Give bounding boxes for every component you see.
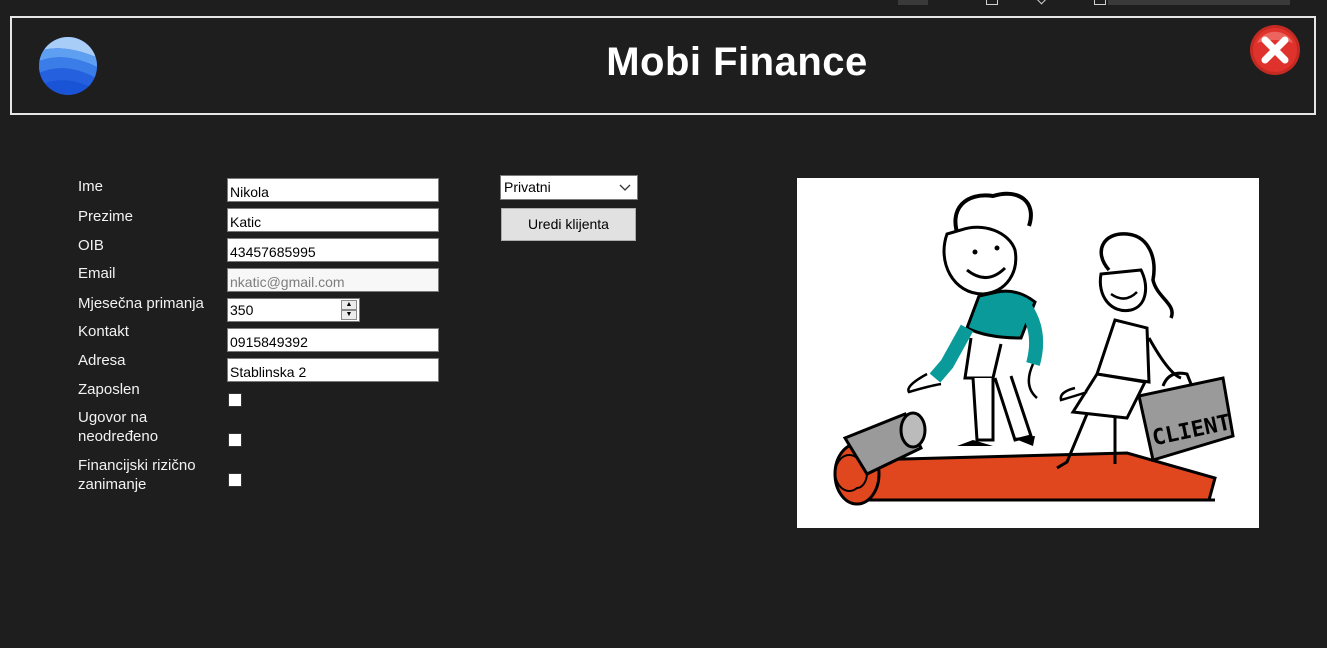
client-type-value: Privatni xyxy=(504,179,551,195)
app-title: Mobi Finance xyxy=(606,40,868,84)
label-oib: OIB xyxy=(78,237,104,254)
taskbar-segment xyxy=(1108,0,1290,5)
label-mjesecna-primanja: Mjesečna primanja xyxy=(78,295,204,312)
uredi-klijenta-button[interactable]: Uredi klijenta xyxy=(501,208,636,241)
label-email: Email xyxy=(78,265,116,282)
client-type-select[interactable]: Privatni xyxy=(500,175,638,200)
mjesecna-primanja-stepper[interactable]: 350 ▲ ▼ xyxy=(227,298,360,322)
zaposlen-checkbox[interactable] xyxy=(228,393,242,407)
label-ime: Ime xyxy=(78,178,104,195)
chevron-down-icon xyxy=(619,184,631,191)
label-adresa: Adresa xyxy=(78,352,126,369)
label-financijski-rizicno-zanimanje: Financijski rizično zanimanje xyxy=(78,457,196,493)
label-ugovor-na-neodredeno: Ugovor na neodređeno xyxy=(78,409,159,445)
header-panel: Mobi Finance xyxy=(10,16,1316,115)
red-x-close-icon[interactable] xyxy=(1248,23,1302,77)
oib-input[interactable] xyxy=(227,238,439,262)
adresa-input[interactable] xyxy=(227,358,439,382)
email-input[interactable] xyxy=(227,268,439,292)
taskbar-icon xyxy=(986,0,998,5)
stepper-arrows: ▲ ▼ xyxy=(341,300,357,320)
stepper-down-arrow-icon[interactable]: ▼ xyxy=(341,310,357,320)
taskbar-strip xyxy=(898,0,1327,6)
label-prezime: Prezime xyxy=(78,208,134,225)
financijski-rizicno-checkbox[interactable] xyxy=(228,473,242,487)
label-zaposlen: Zaposlen xyxy=(78,381,140,398)
client-welcome-illustration: CLIENT xyxy=(797,178,1259,528)
ugovor-na-neodredeno-checkbox[interactable] xyxy=(228,433,242,447)
taskbar-icon xyxy=(1094,0,1106,5)
prezime-input[interactable] xyxy=(227,208,439,232)
label-kontakt: Kontakt xyxy=(78,323,129,340)
stepper-up-arrow-icon[interactable]: ▲ xyxy=(341,300,357,310)
taskbar-segment xyxy=(898,0,928,5)
taskbar-icon xyxy=(1036,0,1047,5)
mjesecna-primanja-value: 350 xyxy=(230,302,254,318)
app-window: Mobi Finance Ime Prezime OIB Email Mjese… xyxy=(0,0,1327,648)
ime-input[interactable] xyxy=(227,178,439,202)
kontakt-input[interactable] xyxy=(227,328,439,352)
